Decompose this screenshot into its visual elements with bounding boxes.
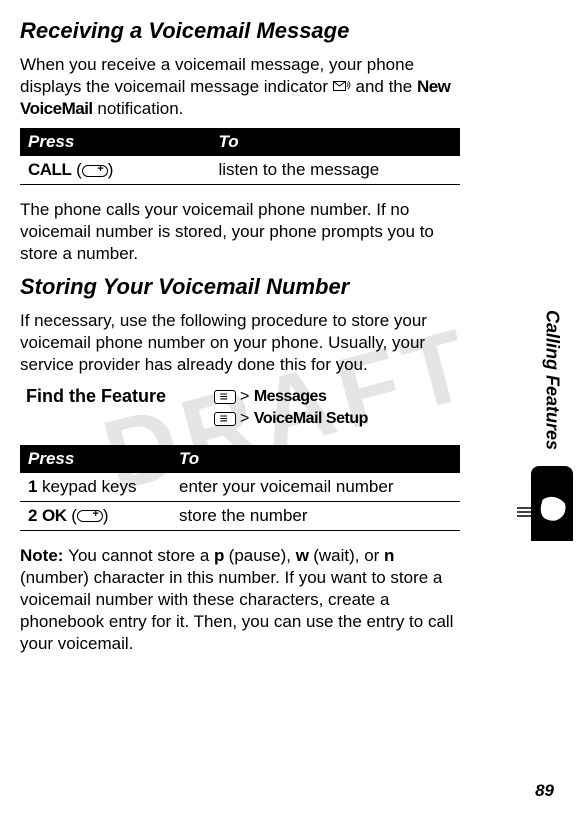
table-row: 2 OK () store the number — [20, 501, 460, 530]
gt: > — [240, 388, 249, 405]
side-section-label: Calling Features — [542, 310, 563, 450]
para-storing-intro: If necessary, use the following procedur… — [20, 310, 460, 376]
paren-close: ) — [108, 160, 114, 179]
section-title-receiving: Receiving a Voicemail Message — [20, 18, 460, 44]
cell-press: OK () — [40, 501, 171, 530]
voicemail-icon — [333, 79, 351, 97]
table-header-row: Press To — [20, 445, 460, 473]
ok-label: OK — [42, 506, 67, 525]
char-w: w — [296, 546, 309, 565]
cell-press: CALL () — [20, 156, 211, 185]
right-softkey-icon — [82, 165, 108, 177]
page-number: 89 — [535, 781, 554, 801]
note-label: Note: — [20, 546, 68, 565]
menu-key-icon — [214, 412, 236, 426]
text: and the — [351, 77, 417, 96]
table-header-row: Press To — [20, 128, 460, 156]
table-row: 1 keypad keys enter your voicemail numbe… — [20, 473, 460, 502]
para-receive-intro: When you receive a voicemail message, yo… — [20, 54, 460, 120]
cell-press: keypad keys — [40, 473, 171, 502]
header-to: To — [171, 445, 460, 473]
page-content: Receiving a Voicemail Message When you r… — [0, 0, 530, 655]
header-press: Press — [20, 128, 211, 156]
phone-tab-icon — [531, 466, 573, 541]
header-to: To — [211, 128, 461, 156]
cell-to: enter your voicemail number — [171, 473, 460, 502]
feature-label: Find the Feature — [20, 386, 214, 431]
text: (number) character in this number. If yo… — [20, 568, 453, 653]
paren-open: ( — [76, 160, 82, 179]
feature-path: > Messages > VoiceMail Setup — [214, 386, 368, 431]
path-line-2: > VoiceMail Setup — [214, 408, 368, 430]
gt: > — [240, 410, 249, 427]
call-label: CALL — [28, 160, 71, 179]
menu-key-icon — [214, 390, 236, 404]
table-row: CALL () listen to the message — [20, 156, 460, 185]
text: (pause), — [224, 546, 296, 565]
cell-to: listen to the message — [211, 156, 461, 185]
table-listen: Press To CALL () listen to the message — [20, 128, 460, 185]
para-note: Note: You cannot store a p (pause), w (w… — [20, 545, 460, 655]
row-number: 1 — [20, 473, 40, 502]
path-line-1: > Messages — [214, 386, 368, 408]
section-title-storing: Storing Your Voicemail Number — [20, 274, 460, 300]
text: (wait), or — [308, 546, 384, 565]
text: You cannot store a — [68, 546, 214, 565]
find-the-feature: Find the Feature > Messages > VoiceMail … — [20, 386, 460, 431]
char-n: n — [384, 546, 394, 565]
row-number: 2 — [20, 501, 40, 530]
right-softkey-icon — [77, 510, 103, 522]
path-voicemail-setup: VoiceMail Setup — [254, 410, 368, 427]
side-tab: Calling Features — [532, 310, 572, 630]
table-store: Press To 1 keypad keys enter your voicem… — [20, 445, 460, 531]
paren-close: ) — [103, 506, 109, 525]
path-messages: Messages — [254, 388, 327, 405]
char-p: p — [214, 546, 224, 565]
text: notification. — [93, 99, 184, 118]
header-press: Press — [20, 445, 171, 473]
para-phone-calls: The phone calls your voicemail phone num… — [20, 199, 460, 265]
cell-to: store the number — [171, 501, 460, 530]
